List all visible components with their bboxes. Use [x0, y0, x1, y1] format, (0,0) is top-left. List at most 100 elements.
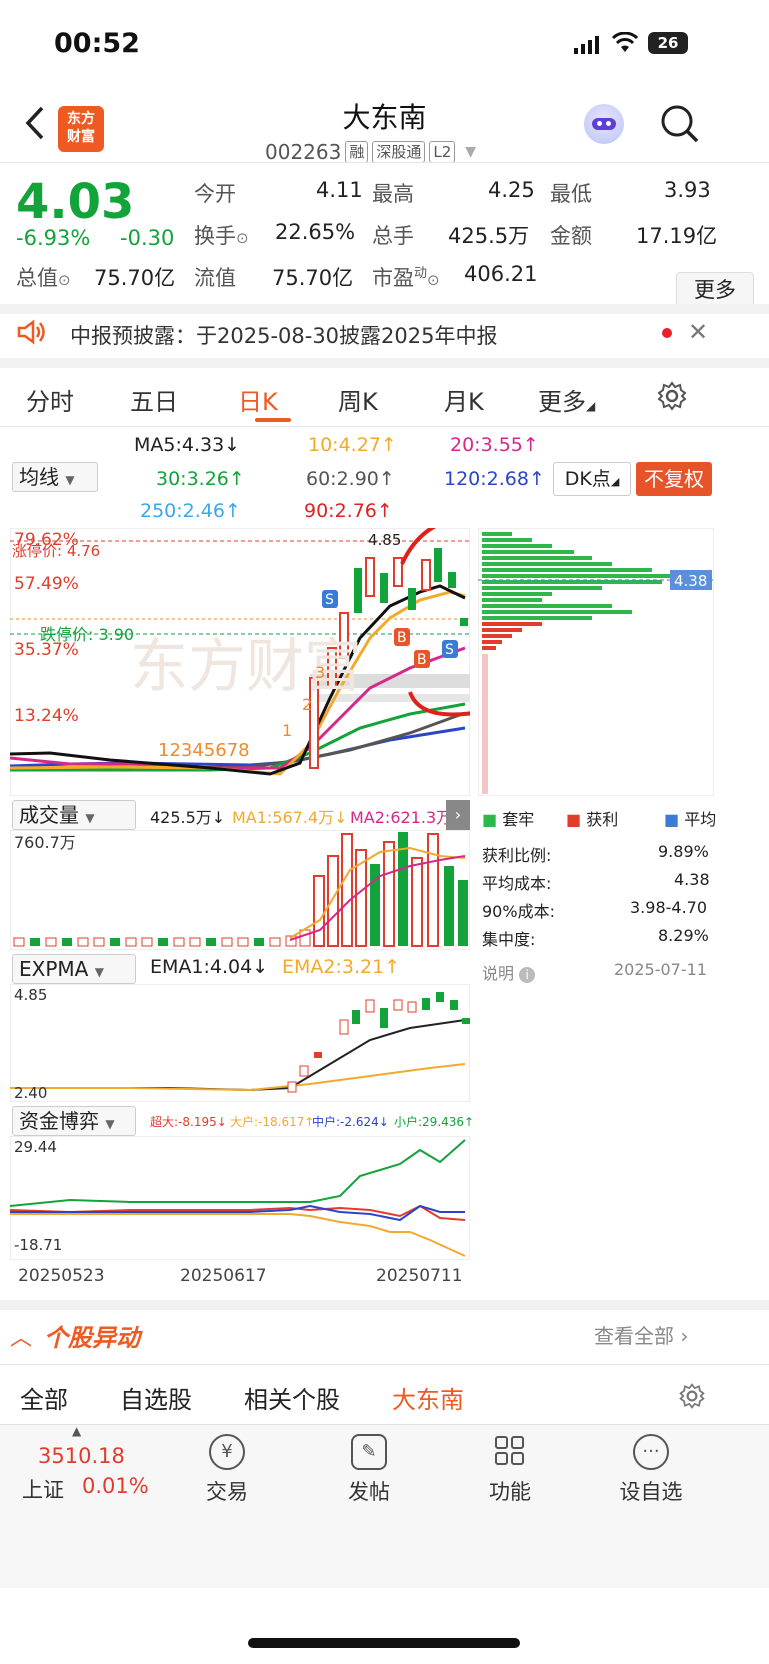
chip-note-link[interactable]: 说明 i [482, 960, 536, 984]
info-icon: i [519, 967, 536, 983]
date-label-end: 20250711 [376, 1266, 463, 1286]
fund-large: 大户:-18.617↑ [230, 1115, 315, 1129]
ma60-value: 60:2.90↑ [306, 468, 395, 490]
index-name: 上证 [22, 1478, 64, 1502]
tab-intraday[interactable]: 分时 [26, 382, 74, 417]
speaker-icon [16, 318, 48, 350]
nav-trade[interactable]: ¥ 交易 [172, 1434, 282, 1506]
tab-weekly-k[interactable]: 周K [338, 382, 378, 417]
settings-gear-icon[interactable] [656, 380, 688, 416]
notice-text[interactable]: 中报预披露：于2025-08-30披露2025年中报 [70, 320, 497, 350]
stock-code-row[interactable]: 002263 融 深股通 L2 ▼ [265, 140, 476, 164]
fund-super-large: 超大:-8.195↓ [150, 1115, 227, 1129]
expma-chart[interactable]: 4.85 2.40 [10, 984, 470, 1102]
pct-axis-3: 35.37% [14, 640, 79, 660]
volume-select[interactable]: 成交量 ▼ [12, 800, 136, 830]
yen-exchange-icon: ¥ [209, 1434, 245, 1470]
nav-add-watchlist[interactable]: ··· 设自选 [596, 1434, 706, 1506]
turnover-label: 换手⊙ [194, 224, 249, 248]
high-mark: 4.85 [368, 531, 401, 549]
info-icon: ⊙ [236, 229, 249, 247]
turnover-value: 22.65% [275, 220, 356, 244]
chevron-down-icon: ▼ [465, 144, 477, 160]
more-dots-icon: ··· [633, 1434, 669, 1470]
sell-marker-s2: S [445, 642, 454, 658]
home-indicator[interactable] [248, 1638, 520, 1648]
settings-gear-icon[interactable] [678, 1382, 706, 1414]
tab-active-indicator [255, 418, 291, 422]
ema1-value: EMA1:4.04↓ [150, 956, 269, 978]
date-label-start: 20250523 [18, 1266, 105, 1286]
low-value: 3.93 [664, 178, 711, 202]
movers-tab-all[interactable]: 全部 [20, 1380, 68, 1415]
index-percent: 0.01% [82, 1474, 149, 1498]
nav-post[interactable]: ✎ 发帖 [314, 1434, 424, 1506]
fund-flow-chart[interactable]: 29.44 -18.71 [10, 1136, 470, 1260]
chip-stat-label: 平均成本: [482, 874, 552, 893]
pe-label: 市盈动⊙ [372, 266, 440, 290]
chevron-up-icon[interactable]: ︿ [10, 1320, 32, 1352]
chevron-right-icon[interactable]: › [446, 800, 470, 830]
tag-level2: L2 [429, 141, 456, 163]
assistant-avatar-icon[interactable] [584, 104, 624, 144]
index-value[interactable]: 3510.18 [38, 1444, 125, 1468]
float-value: 75.70亿 [272, 266, 354, 290]
amount-value: 17.19亿 [636, 224, 718, 248]
fund-small: 小户:29.436↑ [394, 1115, 475, 1129]
view-all-link[interactable]: 查看全部 › [594, 1320, 688, 1349]
tab-monthly-k[interactable]: 月K [444, 382, 484, 417]
volume-label: 总手 [372, 224, 414, 248]
chip-stat-value: 8.29% [658, 926, 709, 945]
chip-stat-label: 获利比例: [482, 846, 552, 865]
movers-tab-related[interactable]: 相关个股 [244, 1380, 340, 1415]
float-label: 流值 [194, 266, 236, 290]
chip-legend-trapped: ■ 套牢 [482, 810, 535, 829]
nav-functions[interactable]: 功能 [455, 1434, 565, 1506]
expma-bottom-label: 2.40 [14, 1084, 47, 1102]
kline-chart[interactable]: 跌停价: 3.90 涨停价: 4.76 4.85 东方财富 12345678 1… [10, 528, 470, 796]
open-value: 4.11 [316, 178, 363, 202]
volume-value: 425.5万 [448, 224, 530, 248]
change-percent: -6.93% [16, 226, 91, 250]
indicator-select[interactable]: 均线 ▼ [12, 462, 98, 492]
dk-point-button[interactable]: DK点◢ [553, 462, 631, 496]
movers-tab-stock[interactable]: 大东南 [392, 1380, 464, 1415]
change-amount: -0.30 [120, 226, 175, 250]
close-icon[interactable]: ✕ [688, 318, 708, 346]
avg-cost-marker: 4.38 [674, 572, 707, 590]
chip-stat-label: 集中度: [482, 930, 536, 949]
tab-five-day[interactable]: 五日 [130, 382, 178, 417]
expma-select[interactable]: EXPMA ▼ [12, 954, 136, 984]
tab-daily-k[interactable]: 日K [238, 382, 278, 417]
signal-icon [574, 36, 602, 58]
pct-axis-2: 57.49% [14, 574, 79, 594]
chip-legend-average: ■ 平均 [664, 810, 717, 829]
buy-marker-b: B [397, 630, 407, 646]
volume-max-label: 760.7万 [14, 833, 76, 852]
high-label: 最高 [372, 182, 414, 206]
tag-connect: 深股通 [372, 141, 426, 163]
no-adjust-button[interactable]: 不复权 [636, 462, 712, 496]
ma20-value: 20:3.55↑ [450, 434, 539, 456]
fund-top-label: 29.44 [14, 1138, 57, 1156]
edit-icon: ✎ [351, 1434, 387, 1470]
more-button[interactable]: 更多 [676, 272, 754, 308]
chip-distribution-chart[interactable]: 4.38 [478, 528, 714, 796]
last-price: 4.03 [16, 174, 135, 230]
fund-flow-select[interactable]: 资金博弈 ▼ [12, 1106, 136, 1136]
ma10-value: 10:4.27↑ [308, 434, 397, 456]
tab-more[interactable]: 更多◢ [538, 382, 595, 417]
date-label-mid: 20250617 [180, 1266, 267, 1286]
grid-icon [492, 1434, 528, 1470]
ma30-value: 30:3.26↑ [156, 468, 245, 490]
search-icon[interactable] [660, 104, 700, 148]
stock-code: 002263 [265, 140, 342, 164]
mktcap-value: 75.70亿 [94, 266, 176, 290]
movers-tab-watchlist[interactable]: 自选股 [120, 1380, 192, 1415]
seq-marker-2: 2 [302, 695, 312, 714]
open-label: 今开 [194, 182, 236, 206]
buy-marker-b2: B [417, 652, 427, 668]
expma-top-label: 4.85 [14, 986, 47, 1004]
ma90-value: 90:2.76↑ [304, 500, 393, 522]
volume-chart[interactable]: 760.7万 [10, 830, 470, 950]
